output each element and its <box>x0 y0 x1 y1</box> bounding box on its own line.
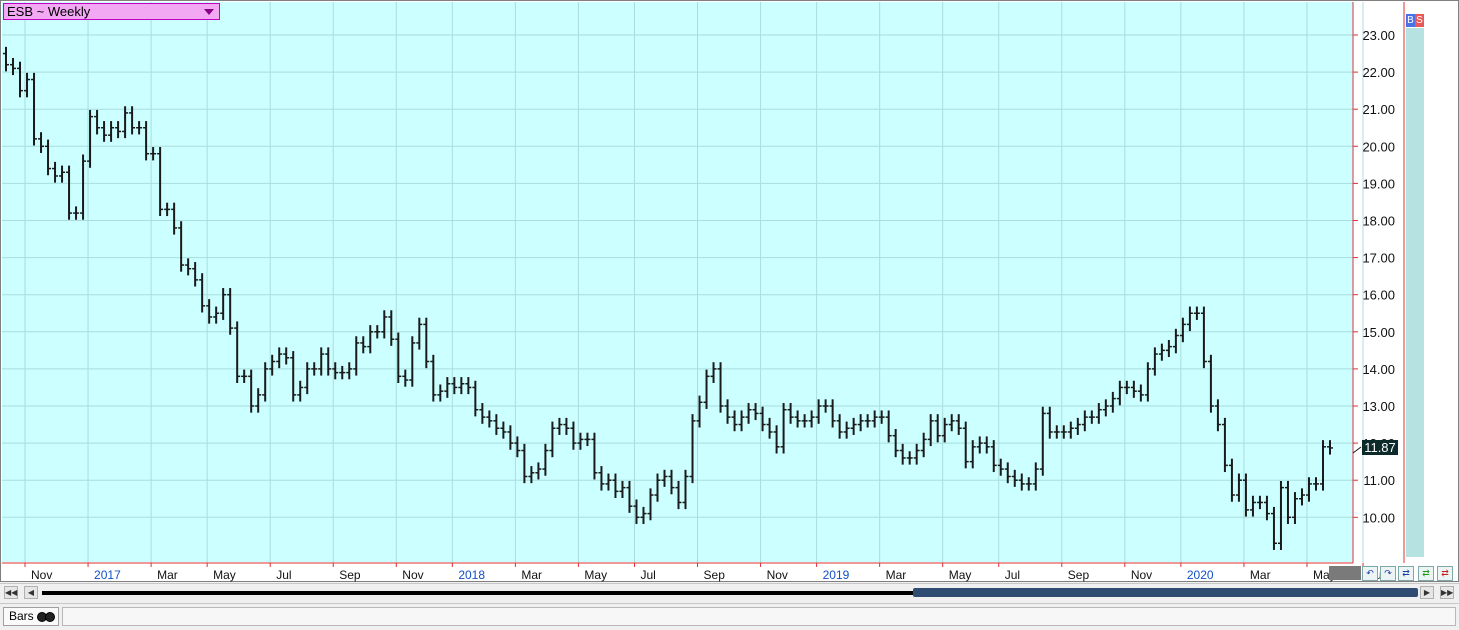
x-year-label: 2018 <box>458 568 485 582</box>
x-month-label: Mar <box>886 568 907 582</box>
x-month-label: Sep <box>704 568 726 582</box>
chevron-down-icon[interactable] <box>204 9 214 15</box>
y-tick-label: 11.00 <box>1363 473 1395 488</box>
y-tick-label: 20.00 <box>1362 139 1395 154</box>
date-axis-labels: Nov 2017 Mar May Jul Sep Nov 2018 Mar May Jul Sep No… <box>24 563 1382 582</box>
x-month-label: Sep <box>1068 568 1090 582</box>
skip-right-icon[interactable]: ▶▶ <box>1440 586 1454 599</box>
x-month-label: Sep <box>339 568 361 582</box>
x-month-label: Jul <box>640 568 655 582</box>
glasses-icon-right <box>45 612 55 622</box>
last-price-tag: 11.87 <box>1362 439 1398 455</box>
chart-type-label: Bars <box>9 609 34 623</box>
x-month-label: Nov <box>767 568 788 582</box>
chart-type-tab[interactable]: Bars <box>3 607 59 626</box>
date-scroll-indicator[interactable] <box>1329 566 1361 580</box>
x-year-label: 2019 <box>823 568 850 582</box>
x-month-label: Nov <box>31 568 52 582</box>
y-tick-label: 23.00 <box>1362 28 1395 43</box>
x-month-label: Nov <box>402 568 423 582</box>
x-month-label: Mar <box>1250 568 1271 582</box>
x-year-label: 2020 <box>1187 568 1214 582</box>
y-tick-label: 14.00 <box>1362 362 1395 377</box>
x-month-label: May <box>213 568 236 582</box>
collapse-icon[interactable]: ⇄ <box>1437 566 1453 581</box>
plot-background <box>2 2 1353 562</box>
horizontal-scrollbar[interactable]: ◀◀ ◀ ▶ ▶▶ <box>0 583 1459 602</box>
y-tick-label: 22.00 <box>1362 65 1395 80</box>
nav-right-icon[interactable]: ↷ <box>1380 566 1396 581</box>
price-chart[interactable]: 23.00 22.00 21.00 20.00 19.00 18.00 17.00 16.00… <box>1 1 1459 583</box>
skip-left-icon[interactable]: ◀◀ <box>4 586 18 599</box>
y-tick-label: 21.00 <box>1362 102 1395 117</box>
zoom-icon[interactable]: ⇄ <box>1398 566 1414 581</box>
x-month-label: Jul <box>1005 568 1020 582</box>
symbol-label: ESB ~ Weekly <box>7 4 91 19</box>
zoom-alt-icon[interactable]: ⇄ <box>1418 566 1434 581</box>
x-month-label: May <box>584 568 607 582</box>
nav-left-icon[interactable]: ↶ <box>1362 566 1378 581</box>
chart-area[interactable]: 23.00 22.00 21.00 20.00 19.00 18.00 17.00 16.00… <box>0 0 1459 582</box>
y-tick-label: 19.00 <box>1362 176 1395 191</box>
status-bar: Bars <box>0 603 1459 630</box>
x-month-label: May <box>949 568 972 582</box>
arrow-left-icon[interactable]: ◀ <box>24 586 38 599</box>
y-tick-label: 17.00 <box>1362 251 1395 266</box>
scroll-thumb[interactable] <box>913 588 1418 597</box>
x-month-label: Mar <box>521 568 542 582</box>
status-message-area <box>62 607 1456 626</box>
y-tick-label: 10.00 <box>1362 510 1395 525</box>
y-tick-label: 15.00 <box>1362 325 1395 340</box>
arrow-right-icon[interactable]: ▶ <box>1420 586 1434 599</box>
last-price-pointer <box>1352 446 1362 454</box>
y-tick-label: 16.00 <box>1362 288 1395 303</box>
right-panel-strip <box>1406 28 1424 557</box>
x-month-label: Jul <box>276 568 291 582</box>
symbol-selector[interactable]: ESB ~ Weekly <box>3 3 220 20</box>
x-year-label: 2017 <box>94 568 121 582</box>
y-tick-label: 18.00 <box>1362 214 1395 229</box>
buy-button[interactable]: B <box>1406 14 1415 27</box>
x-month-label: Nov <box>1131 568 1152 582</box>
x-month-label: Mar <box>157 568 178 582</box>
y-tick-label: 13.00 <box>1362 399 1395 414</box>
sell-button[interactable]: S <box>1415 14 1424 27</box>
